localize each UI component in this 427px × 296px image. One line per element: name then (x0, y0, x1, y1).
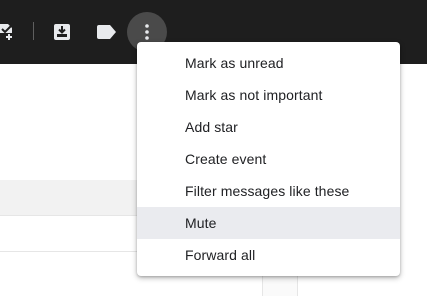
menu-item-mark-as-not-important[interactable]: Mark as not important (137, 79, 400, 111)
toolbar-divider (33, 22, 34, 40)
menu-item-mute[interactable]: Mute (137, 207, 400, 239)
add-task-icon[interactable] (0, 20, 16, 44)
menu-item-add-star[interactable]: Add star (137, 111, 400, 143)
message-side-column (262, 276, 298, 296)
more-options-menu: Mark as unread Mark as not important Add… (137, 42, 400, 276)
menu-item-mark-as-unread[interactable]: Mark as unread (137, 47, 400, 79)
menu-item-forward-all[interactable]: Forward all (137, 239, 400, 271)
move-to-inbox-icon[interactable] (53, 23, 71, 41)
menu-item-create-event[interactable]: Create event (137, 143, 400, 175)
menu-item-filter-messages[interactable]: Filter messages like these (137, 175, 400, 207)
more-vert-icon (145, 24, 149, 40)
label-icon[interactable] (97, 25, 117, 39)
